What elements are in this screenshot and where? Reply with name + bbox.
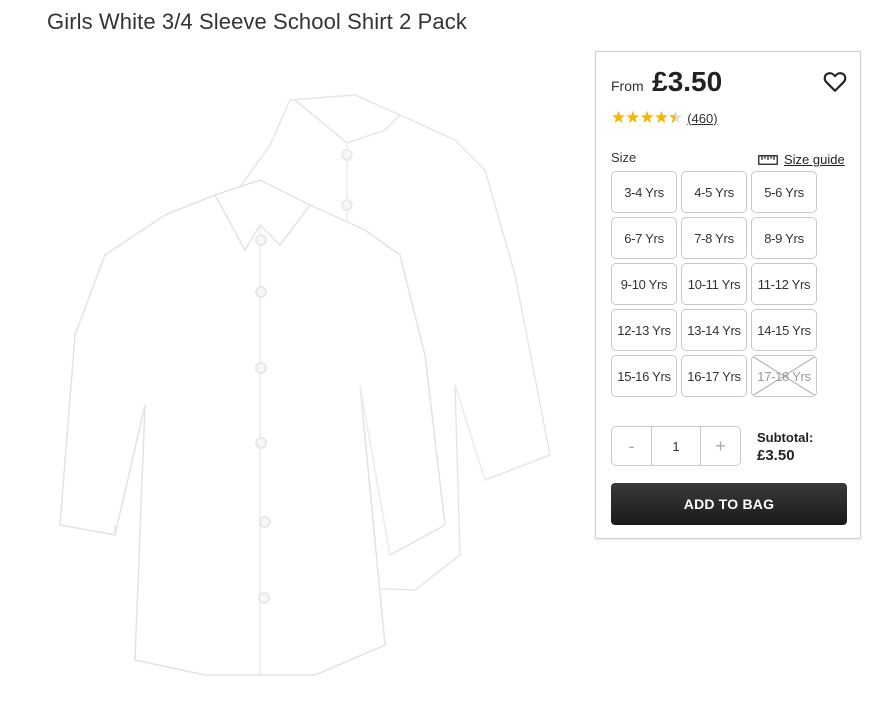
size-option[interactable]: 8-9 Yrs (751, 217, 817, 259)
quantity-increase-button[interactable]: + (701, 427, 740, 465)
front-shirt (59, 179, 446, 676)
price-from-label: From (611, 78, 644, 94)
size-option[interactable]: 4-5 Yrs (681, 171, 747, 213)
price: £3.50 (652, 66, 723, 97)
size-option-label: 5-6 Yrs (764, 184, 804, 200)
size-option-unavailable: 17-18 Yrs (751, 355, 817, 397)
unavailable-cross-icon (752, 356, 816, 396)
purchase-panel: From £3.50 ★★★★★★ (460) Size Size guide … (595, 51, 861, 539)
size-option[interactable]: 3-4 Yrs (611, 171, 677, 213)
size-option[interactable]: 16-17 Yrs (681, 355, 747, 397)
size-option-label: 11-12 Yrs (757, 276, 811, 292)
price-row: From £3.50 (611, 66, 722, 98)
quantity-decrease-button[interactable]: - (612, 427, 651, 465)
product-title: Girls White 3/4 Sleeve School Shirt 2 Pa… (47, 9, 467, 34)
size-option[interactable]: 10-11 Yrs (681, 263, 747, 305)
size-option[interactable]: 15-16 Yrs (611, 355, 677, 397)
size-guide-link[interactable]: Size guide (758, 152, 845, 167)
size-option[interactable]: 7-8 Yrs (681, 217, 747, 259)
size-option-label: 3-4 Yrs (624, 184, 664, 200)
quantity-stepper: - + (611, 426, 741, 466)
star-rating-icon: ★★★★★★ (611, 108, 683, 127)
size-option[interactable]: 5-6 Yrs (751, 171, 817, 213)
size-option-label: 16-17 Yrs (687, 368, 741, 384)
size-option[interactable]: 12-13 Yrs (611, 309, 677, 351)
size-option-label: 4-5 Yrs (694, 184, 734, 200)
subtotal-label: Subtotal: (757, 430, 814, 445)
size-option-label: 15-16 Yrs (617, 368, 671, 384)
subtotal-value: £3.50 (757, 447, 795, 464)
wishlist-heart-icon[interactable] (822, 68, 848, 94)
size-label: Size (611, 150, 637, 165)
size-option-label: 7-8 Yrs (694, 230, 734, 246)
size-option-label: 14-15 Yrs (757, 322, 811, 338)
subtotal: Subtotal: £3.50 (757, 430, 813, 464)
size-option-label: 9-10 Yrs (620, 276, 668, 292)
size-option-label: 8-9 Yrs (764, 230, 804, 246)
size-grid: 3-4 Yrs 4-5 Yrs 5-6 Yrs 6-7 Yrs 7-8 Yrs 8-9 Y… (611, 171, 817, 397)
size-option[interactable]: 14-15 Yrs (751, 309, 817, 351)
quantity-input[interactable] (651, 427, 701, 465)
size-option[interactable]: 13-14 Yrs (681, 309, 747, 351)
rating: ★★★★★★ (460) (611, 108, 718, 128)
size-guide-label: Size guide (784, 152, 845, 167)
review-count-link[interactable]: (460) (687, 111, 717, 126)
size-option-label: 13-14 Yrs (687, 322, 741, 338)
ruler-icon (758, 154, 778, 165)
size-option-label: 6-7 Yrs (624, 230, 664, 246)
shirt-pack-image (59, 94, 551, 676)
size-option-label: 12-13 Yrs (617, 322, 671, 338)
size-option-label: 10-11 Yrs (687, 276, 741, 292)
add-to-bag-button[interactable]: ADD TO BAG (611, 483, 847, 525)
product-image[interactable] (55, 85, 565, 685)
size-option[interactable]: 9-10 Yrs (611, 263, 677, 305)
size-option[interactable]: 11-12 Yrs (751, 263, 817, 305)
size-option[interactable]: 6-7 Yrs (611, 217, 677, 259)
